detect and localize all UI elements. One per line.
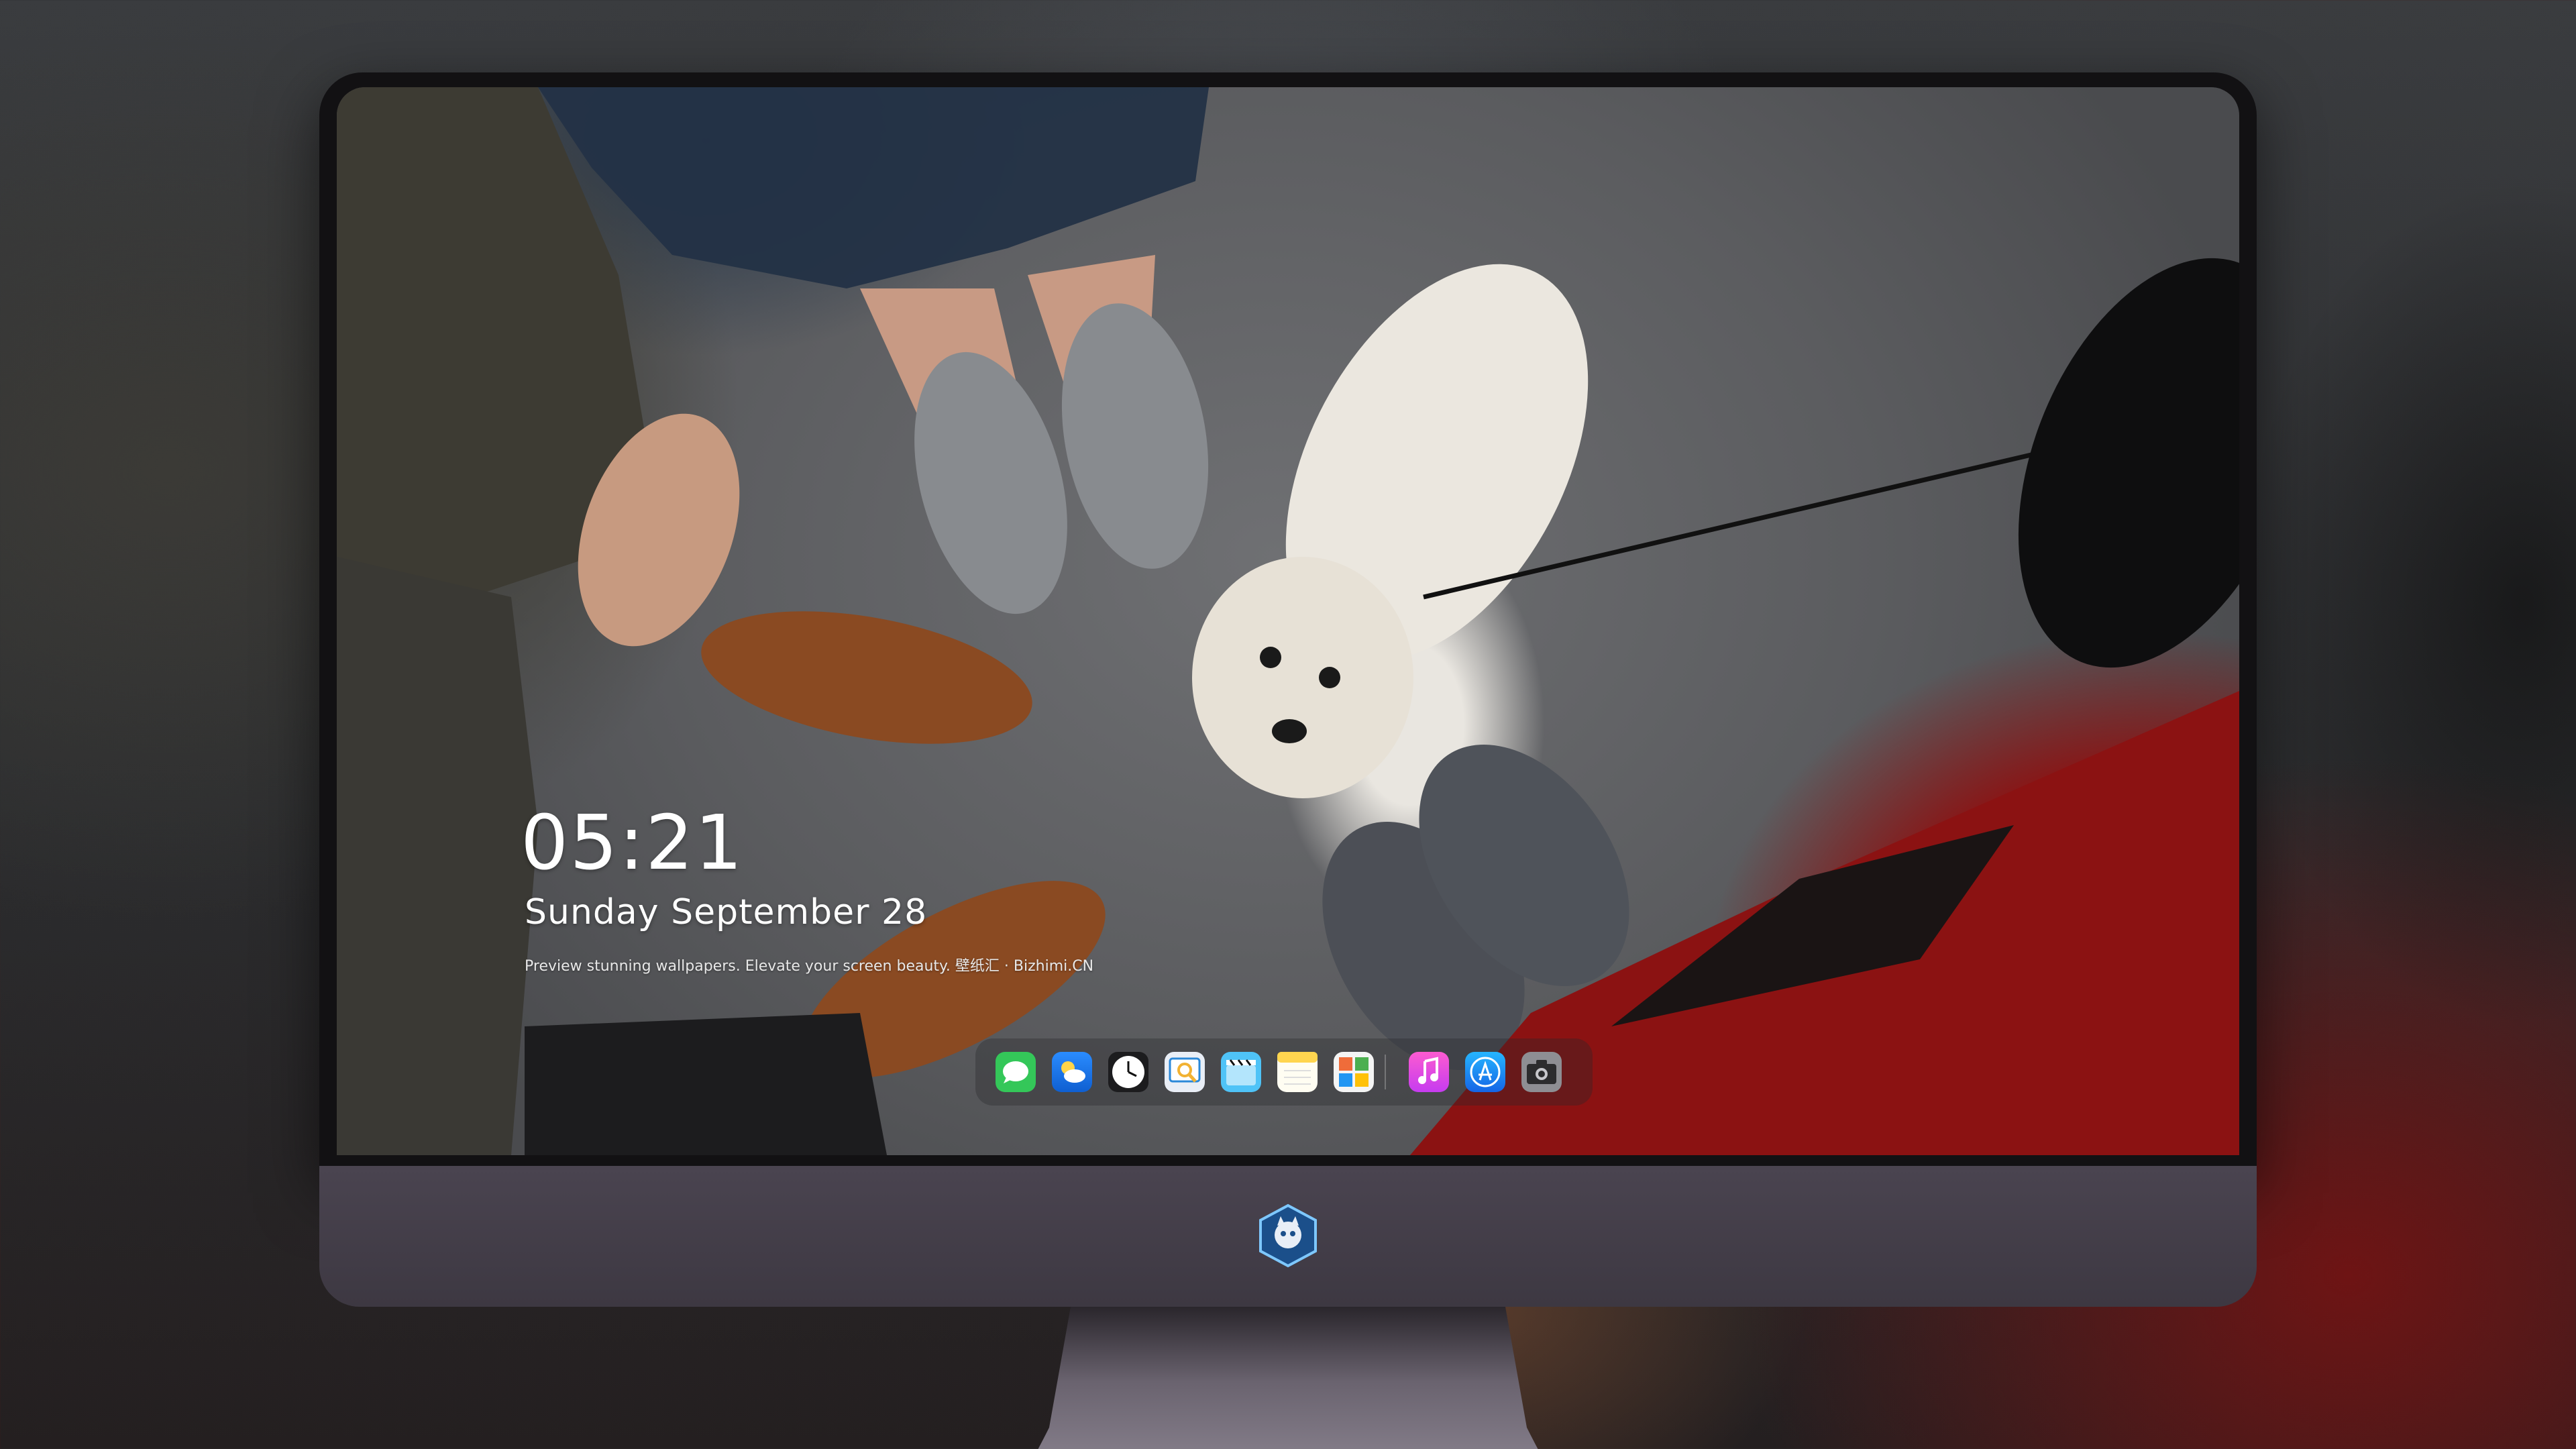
monitor-stand [1038,1307,1538,1449]
dock [975,1038,1593,1106]
notes-icon[interactable] [1277,1052,1318,1092]
clips-icon[interactable] [1221,1052,1261,1092]
lock-screen-tagline: Preview stunning wallpapers. Elevate you… [525,958,1094,975]
wallpaper [337,87,2239,1155]
brand-logo-icon [1259,1203,1317,1268]
lock-screen-date: Sunday September 28 [525,892,928,932]
monitor: 05:21 Sunday September 28 Preview stunni… [319,72,2257,1449]
screen: 05:21 Sunday September 28 Preview stunni… [337,87,2239,1155]
preview-icon[interactable] [1165,1052,1205,1092]
app-store-icon[interactable] [1465,1052,1505,1092]
clock-icon[interactable] [1108,1052,1148,1092]
weather-icon[interactable] [1052,1052,1092,1092]
dock-separator [1385,1055,1386,1089]
music-icon[interactable] [1409,1052,1449,1092]
photo-booth-icon[interactable] [1334,1052,1374,1092]
camera-icon[interactable] [1521,1052,1562,1092]
messages-icon[interactable] [996,1052,1036,1092]
lock-screen-time: 05:21 [521,800,744,887]
